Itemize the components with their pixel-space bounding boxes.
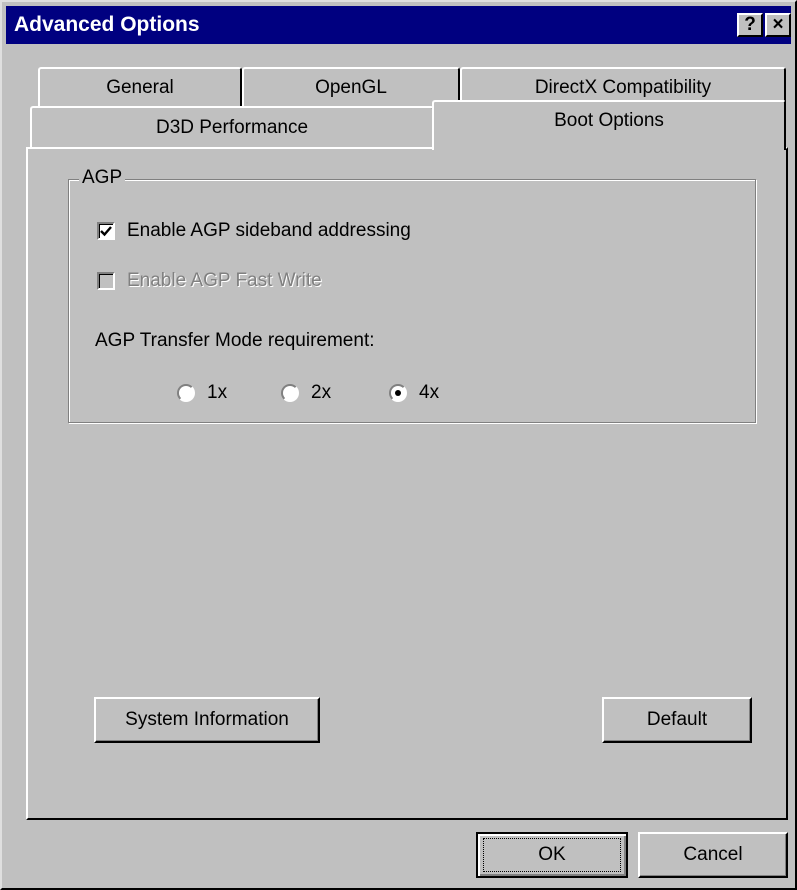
agp-group-label: AGP [79,167,126,189]
agp-groupbox: AGP Enable AGP sideband addressing Enabl… [68,167,756,423]
cancel-button[interactable]: Cancel [638,832,788,878]
sideband-label: Enable AGP sideband addressing [127,220,411,241]
tab-opengl-label: OpenGL [315,77,387,98]
radio-1x-row[interactable]: 1x [177,382,227,404]
tab-boot-label: Boot Options [554,110,664,131]
tab-d3d-performance[interactable]: D3D Performance [30,106,434,148]
title-bar[interactable]: Advanced Options ? × [6,6,791,44]
close-button[interactable]: × [765,13,791,37]
tab-general[interactable]: General [38,67,242,107]
system-information-button[interactable]: System Information [94,697,320,743]
radio-2x-label: 2x [311,382,332,403]
sideband-checkbox[interactable] [97,222,115,240]
radio-1x-label: 1x [207,382,228,403]
checkmark-icon [100,226,112,237]
transfer-mode-label: AGP Transfer Mode requirement: [95,330,375,351]
tab-general-label: General [106,77,174,98]
fast-write-checkbox [97,272,115,290]
tab-boot-options[interactable]: Boot Options [432,100,786,150]
radio-4x-label: 4x [419,382,440,403]
radio-2x-row[interactable]: 2x [281,382,331,404]
tab-opengl[interactable]: OpenGL [242,67,460,107]
tab-d3d-label: D3D Performance [155,117,309,138]
ok-button[interactable]: OK [476,832,628,878]
radio-4x[interactable] [389,384,407,402]
default-button[interactable]: Default [602,697,752,743]
boot-options-panel: AGP Enable AGP sideband addressing Enabl… [26,147,788,820]
radio-1x[interactable] [177,384,195,402]
tab-directx-label: DirectX Compatibility [534,77,712,98]
help-button[interactable]: ? [737,13,763,37]
advanced-options-window: Advanced Options ? × General OpenGL Dire… [0,0,797,890]
sideband-checkbox-row[interactable]: Enable AGP sideband addressing [97,220,411,242]
window-title: Advanced Options [14,13,200,36]
radio-4x-row[interactable]: 4x [389,382,439,404]
fast-write-label: Enable AGP Fast Write [127,270,322,291]
radio-2x[interactable] [281,384,299,402]
radio-selected-dot-icon [395,390,401,396]
fast-write-checkbox-row: Enable AGP Fast Write [97,270,322,292]
ok-button-label: OK [483,838,621,872]
